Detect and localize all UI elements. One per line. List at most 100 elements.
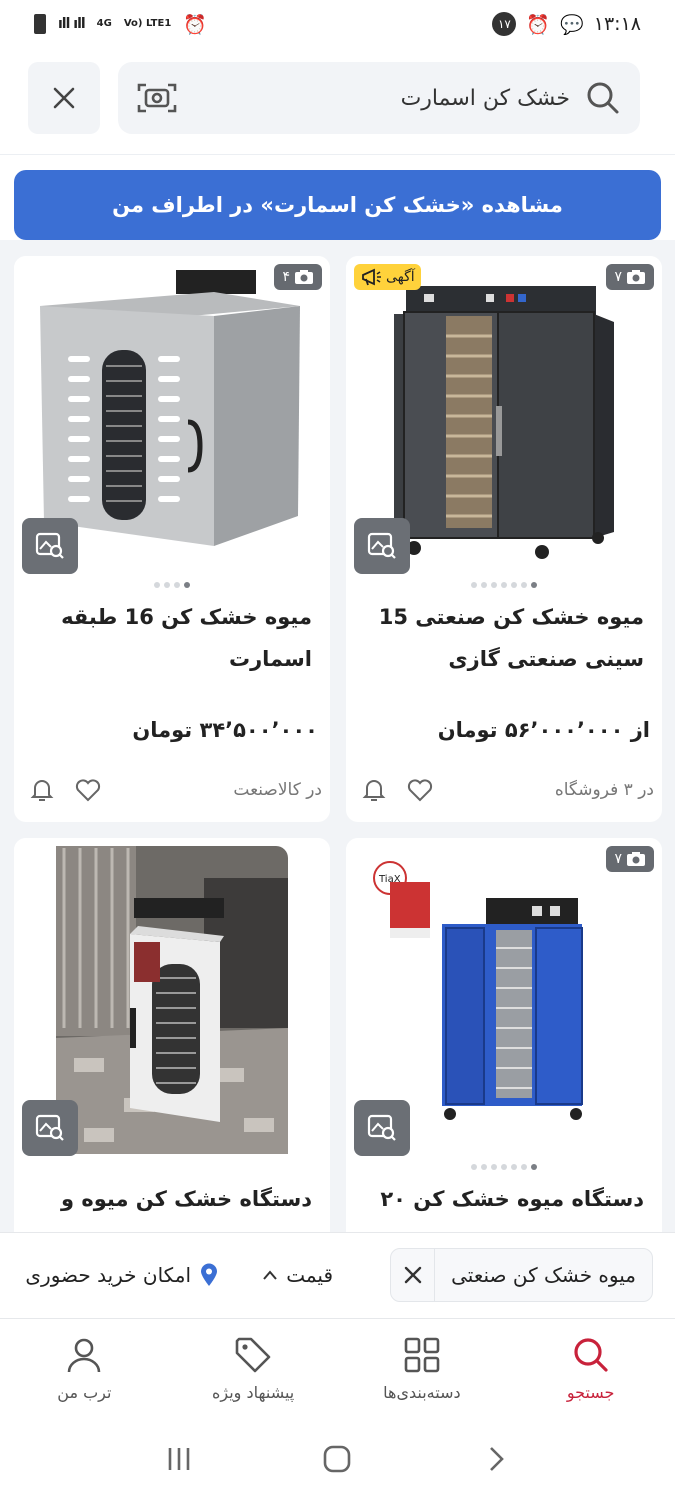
image-pagination-dots — [14, 582, 330, 588]
home-icon[interactable] — [321, 1443, 353, 1475]
dot — [521, 1164, 527, 1170]
photo-count-badge: ۷ — [606, 846, 654, 872]
close-button[interactable] — [28, 62, 100, 134]
nav-profile[interactable]: ترب من — [0, 1319, 169, 1418]
bell-icon[interactable] — [360, 776, 388, 804]
product-price: از ۵۶٬۰۰۰٬۰۰۰ تومان — [437, 718, 650, 742]
similar-image-button[interactable] — [22, 518, 78, 574]
filter-bar: میوه خشک کن صنعتی قیمت امکان خرید حضوری — [0, 1232, 675, 1316]
clock: ۱۳:۱۸ — [593, 13, 641, 35]
product-title[interactable]: میوه خشک کن صنعتی 15 سینی صنعتی گازی — [364, 596, 644, 680]
alarm-icon: ⏰ — [183, 13, 207, 36]
image-pagination-dots — [346, 1164, 662, 1170]
nav-profile-label: ترب من — [57, 1383, 112, 1402]
dot — [501, 582, 507, 588]
back-icon[interactable] — [481, 1444, 511, 1474]
price-filter-label: قیمت — [286, 1263, 333, 1287]
signal-icon: ıll ıll — [58, 16, 86, 32]
volte-indicator: Vo) LTE1 — [123, 18, 172, 29]
nav-offers[interactable]: پیشنهاد ویژه — [169, 1319, 338, 1418]
status-right: ۱۷ ⏰ 💬 ۱۳:۱۸ — [492, 12, 641, 36]
notification-count-badge: ۱۷ — [492, 12, 517, 36]
shop-label[interactable]: در ۳ فروشگاه — [555, 780, 654, 800]
image-search-icon — [35, 1114, 64, 1141]
dot — [511, 582, 517, 588]
similar-image-button[interactable] — [22, 1100, 78, 1156]
photo-count-label: ۷ — [614, 851, 622, 867]
product-image[interactable]: ۴ — [14, 256, 330, 576]
status-left: ıll ıll 4G Vo) LTE1 ⏰ — [34, 13, 207, 36]
search-icon — [574, 1338, 608, 1372]
dot — [164, 582, 170, 588]
search-header: خشک کن اسمارت — [0, 62, 675, 136]
photo-count-badge: ۷ — [606, 264, 654, 290]
category-filter-chip[interactable]: میوه خشک کن صنعتی — [390, 1248, 653, 1302]
in-person-filter-label: امکان خرید حضوری — [25, 1263, 191, 1287]
image-pagination-dots — [346, 582, 662, 588]
nav-search[interactable]: جستجو — [506, 1319, 675, 1418]
remove-filter-button[interactable] — [391, 1249, 436, 1301]
card-footer: در ۳ فروشگاه — [360, 772, 654, 808]
shop-label[interactable]: در کالاصنعت — [233, 780, 322, 800]
product-title[interactable]: میوه خشک کن 16 طبقه اسمارت — [32, 596, 312, 680]
system-navigation-bar — [0, 1418, 675, 1500]
network-type: 4G — [96, 18, 112, 29]
dot-active — [184, 582, 190, 588]
user-icon — [68, 1338, 101, 1373]
dot — [511, 1164, 517, 1170]
dot — [521, 582, 527, 588]
product-title[interactable]: دستگاه خشک کن میوه و — [32, 1178, 312, 1220]
camera-icon — [295, 270, 313, 284]
product-card[interactable]: ۴ میوه خشک کن 16 طبقه اسمارت ۳۴٬۵۰۰٬۰۰۰ … — [14, 256, 330, 822]
location-pin-icon — [201, 1263, 217, 1286]
camera-search-icon[interactable] — [136, 81, 178, 115]
heart-icon[interactable] — [406, 776, 434, 804]
nav-search-label: جستجو — [566, 1383, 615, 1402]
photo-count-badge: ۴ — [274, 264, 322, 290]
status-bar: ıll ıll 4G Vo) LTE1 ⏰ ۱۷ ⏰ 💬 ۱۳:۱۸ — [0, 0, 675, 48]
dot — [471, 582, 477, 588]
search-icon — [587, 82, 619, 114]
product-image[interactable]: ۷ آگهی — [346, 256, 662, 576]
alarm-icon: ⏰ — [526, 13, 551, 36]
dot — [481, 582, 487, 588]
category-filter-label: میوه خشک کن صنعتی — [451, 1263, 636, 1287]
camera-icon — [627, 270, 645, 284]
nav-categories[interactable]: دسته‌بندی‌ها — [338, 1319, 507, 1418]
ad-badge: آگهی — [354, 264, 421, 290]
grid-icon — [404, 1337, 440, 1373]
price-filter-chip[interactable]: قیمت — [262, 1248, 333, 1302]
bell-icon[interactable] — [28, 776, 56, 804]
card-actions — [360, 776, 434, 804]
battery-icon — [34, 14, 46, 34]
heart-icon[interactable] — [74, 776, 102, 804]
dot — [174, 582, 180, 588]
dot — [471, 1164, 477, 1170]
in-person-filter-chip[interactable]: امکان خرید حضوری — [25, 1248, 219, 1302]
similar-image-button[interactable] — [354, 518, 410, 574]
recent-apps-icon[interactable] — [164, 1444, 194, 1474]
dot — [491, 582, 497, 588]
tag-icon — [235, 1337, 271, 1373]
product-image[interactable]: TiaX ۷ — [346, 838, 662, 1158]
card-footer: در کالاصنعت — [28, 772, 322, 808]
product-title[interactable]: دستگاه میوه خشک کن ۲۰ — [364, 1178, 644, 1220]
message-icon: 💬 — [560, 13, 584, 36]
search-input[interactable]: خشک کن اسمارت — [178, 86, 584, 111]
product-card[interactable]: دستگاه خشک کن میوه و — [14, 838, 330, 1248]
product-image[interactable] — [14, 838, 330, 1158]
ad-label: آگهی — [386, 269, 415, 285]
photo-count-label: ۴ — [282, 269, 290, 285]
dot-active — [531, 582, 537, 588]
search-box[interactable]: خشک کن اسمارت — [118, 62, 640, 134]
product-card[interactable]: ۷ آگهی میوه خشک کن صنعتی 15 سینی صنعتی گ… — [346, 256, 662, 822]
view-nearby-button[interactable]: مشاهده «خشک کن اسمارت» در اطراف من — [14, 170, 661, 240]
similar-image-button[interactable] — [354, 1100, 410, 1156]
nav-offers-label: پیشنهاد ویژه — [212, 1383, 295, 1402]
card-actions — [28, 776, 102, 804]
close-icon — [404, 1266, 421, 1284]
camera-icon — [627, 852, 645, 866]
bottom-navigation: جستجو دسته‌بندی‌ها پیشنهاد ویژه ترب من — [0, 1318, 675, 1418]
product-card[interactable]: TiaX ۷ دستگاه میوه خشک کن ۲۰ — [346, 838, 662, 1248]
header-divider — [0, 154, 675, 155]
